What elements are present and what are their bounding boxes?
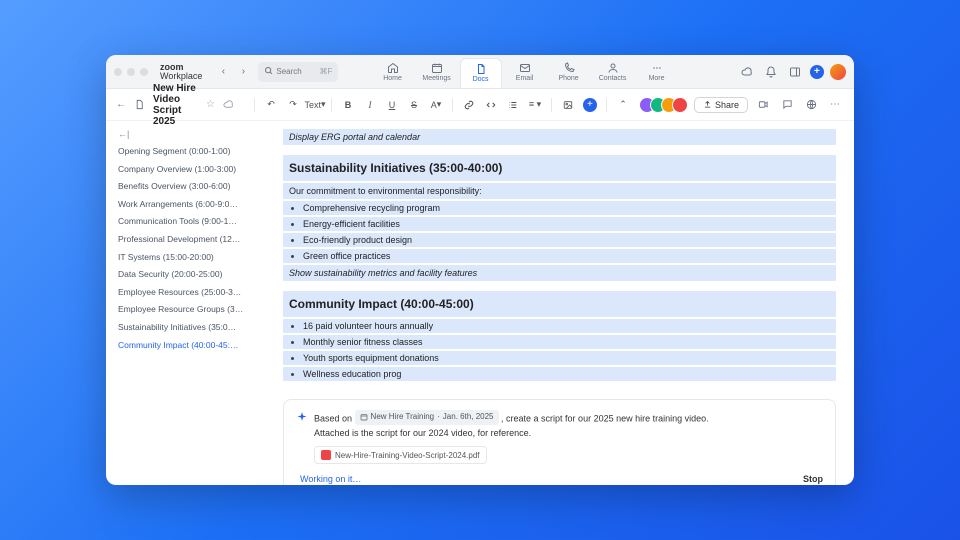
star-icon[interactable]: ☆ <box>206 96 215 114</box>
formatting-toolbar: ↶ ↷ Text ▾ B I U S A ▾ ≡ ▾ + ⌃ <box>252 97 631 113</box>
max-dot[interactable] <box>140 68 148 76</box>
list-item[interactable]: Comprehensive recycling program <box>283 201 836 215</box>
outline-item[interactable]: Communication Tools (9:00-1… <box>118 213 265 231</box>
system-icons: + <box>738 63 846 81</box>
prompt-text: Based on New Hire Training · Jan. 6th, 2… <box>314 410 823 440</box>
status-working: Working on it… <box>300 474 361 484</box>
history-nav: ‹ › <box>214 63 252 81</box>
forward-button[interactable]: › <box>234 63 252 81</box>
cloud-sync-icon <box>223 96 234 114</box>
insert-image-button[interactable] <box>560 97 576 113</box>
tab-phone[interactable]: Phone <box>548 57 590 87</box>
outline-item[interactable]: Opening Segment (0:00-1:00) <box>118 143 265 161</box>
panel-icon[interactable] <box>786 63 804 81</box>
outline-item[interactable]: Employee Resources (25:00-3… <box>118 284 265 302</box>
user-avatar[interactable] <box>830 64 846 80</box>
list-item[interactable]: Eco-friendly product design <box>283 233 836 247</box>
outline-item[interactable]: Work Arrangements (6:00-9:0… <box>118 196 265 214</box>
globe-icon[interactable] <box>802 96 820 114</box>
outline-item[interactable]: Company Overview (1:00-3:00) <box>118 161 265 179</box>
cloud-icon[interactable] <box>738 63 756 81</box>
insert-plus-button[interactable]: + <box>582 97 598 113</box>
strike-button[interactable]: S <box>406 97 422 113</box>
list-item[interactable]: Monthly senior fitness classes <box>283 335 836 349</box>
link-button[interactable] <box>461 97 477 113</box>
presence-avatars[interactable] <box>639 97 688 113</box>
sustainability-intro[interactable]: Our commitment to environmental responsi… <box>283 183 836 199</box>
tab-email[interactable]: Email <box>504 57 546 87</box>
search-icon <box>264 66 273 77</box>
underline-button[interactable]: U <box>384 97 400 113</box>
outline-item[interactable]: Benefits Overview (3:00-6:00) <box>118 178 265 196</box>
video-icon[interactable] <box>754 96 772 114</box>
search-placeholder: Search <box>276 67 316 76</box>
undo-button[interactable]: ↶ <box>263 97 279 113</box>
more-menu-icon[interactable]: ⋯ <box>826 96 844 114</box>
outline-item[interactable]: Sustainability Initiatives (35:0… <box>118 319 265 337</box>
outline-item[interactable]: IT Systems (15:00-20:00) <box>118 249 265 267</box>
share-button[interactable]: Share <box>694 97 748 113</box>
titlebar: zoom Workplace ‹ › Search ⌘F Home Meetin… <box>106 55 854 89</box>
ai-prompt-card: Based on New Hire Training · Jan. 6th, 2… <box>283 399 836 485</box>
outline-sidebar: ←| Opening Segment (0:00-1:00)Company Ov… <box>106 121 271 485</box>
document-content[interactable]: Display ERG portal and calendar Sustaina… <box>271 121 854 485</box>
tab-contacts[interactable]: Contacts <box>592 57 634 87</box>
redo-button[interactable]: ↷ <box>285 97 301 113</box>
heading-community[interactable]: Community Impact (40:00-45:00) <box>283 291 836 317</box>
search-input[interactable]: Search ⌘F <box>258 62 338 82</box>
text-color-button[interactable]: A ▾ <box>428 97 444 113</box>
direction-note[interactable]: Display ERG portal and calendar <box>283 129 836 145</box>
collapse-toolbar-button[interactable]: ⌃ <box>615 97 631 113</box>
list-item[interactable]: Wellness education prog <box>283 367 836 381</box>
collapse-outline-button[interactable]: ←| <box>118 129 265 139</box>
list-item[interactable]: Energy-efficient facilities <box>283 217 836 231</box>
align-button[interactable]: ≡ ▾ <box>527 97 543 113</box>
main-tabs: Home Meetings Docs Email Phone Contacts <box>372 57 678 87</box>
tab-home[interactable]: Home <box>372 57 414 87</box>
heading-sustainability[interactable]: Sustainability Initiatives (35:00-40:00) <box>283 155 836 181</box>
close-dot[interactable] <box>114 68 122 76</box>
bold-button[interactable]: B <box>340 97 356 113</box>
stop-button[interactable]: Stop <box>803 474 823 484</box>
brand: zoom Workplace <box>160 63 202 81</box>
italic-button[interactable]: I <box>362 97 378 113</box>
list-item[interactable]: Youth sports equipment donations <box>283 351 836 365</box>
comment-icon[interactable] <box>778 96 796 114</box>
context-chip[interactable]: New Hire Training · Jan. 6th, 2025 <box>355 410 499 425</box>
direction-note[interactable]: Show sustainability metrics and facility… <box>283 265 836 281</box>
outline-item[interactable]: Data Security (20:00-25:00) <box>118 266 265 284</box>
list-item[interactable]: 16 paid volunteer hours annually <box>283 319 836 333</box>
outline-item[interactable]: Professional Development (12… <box>118 231 265 249</box>
outline-item[interactable]: Employee Resource Groups (3… <box>118 301 265 319</box>
doc-title[interactable]: New Hire Video Script 2025 <box>153 83 198 127</box>
list-item[interactable]: Green office practices <box>283 249 836 263</box>
doc-bar: ← New Hire Video Script 2025 ☆ ↶ ↷ Text … <box>106 89 854 121</box>
doc-bar-right: Share ⋯ <box>639 96 844 114</box>
tab-more[interactable]: More <box>636 57 678 87</box>
new-button[interactable]: + <box>810 65 824 79</box>
window-controls[interactable] <box>114 68 148 76</box>
app-window: zoom Workplace ‹ › Search ⌘F Home Meetin… <box>106 55 854 485</box>
sparkle-icon <box>296 411 308 423</box>
doc-page-icon <box>134 96 145 114</box>
tab-docs[interactable]: Docs <box>460 58 502 88</box>
attachment-chip[interactable]: New-Hire-Training-Video-Script-2024.pdf <box>314 446 487 464</box>
tab-meetings[interactable]: Meetings <box>416 57 458 87</box>
min-dot[interactable] <box>127 68 135 76</box>
bell-icon[interactable] <box>762 63 780 81</box>
outline-item[interactable]: Community Impact (40:00-45:… <box>118 337 265 355</box>
code-button[interactable] <box>483 97 499 113</box>
text-style-menu[interactable]: Text ▾ <box>307 97 323 113</box>
back-button[interactable]: ‹ <box>214 63 232 81</box>
search-shortcut: ⌘F <box>319 67 332 76</box>
doc-back-button[interactable]: ← <box>116 96 126 114</box>
pdf-icon <box>321 450 331 460</box>
list-button[interactable] <box>505 97 521 113</box>
